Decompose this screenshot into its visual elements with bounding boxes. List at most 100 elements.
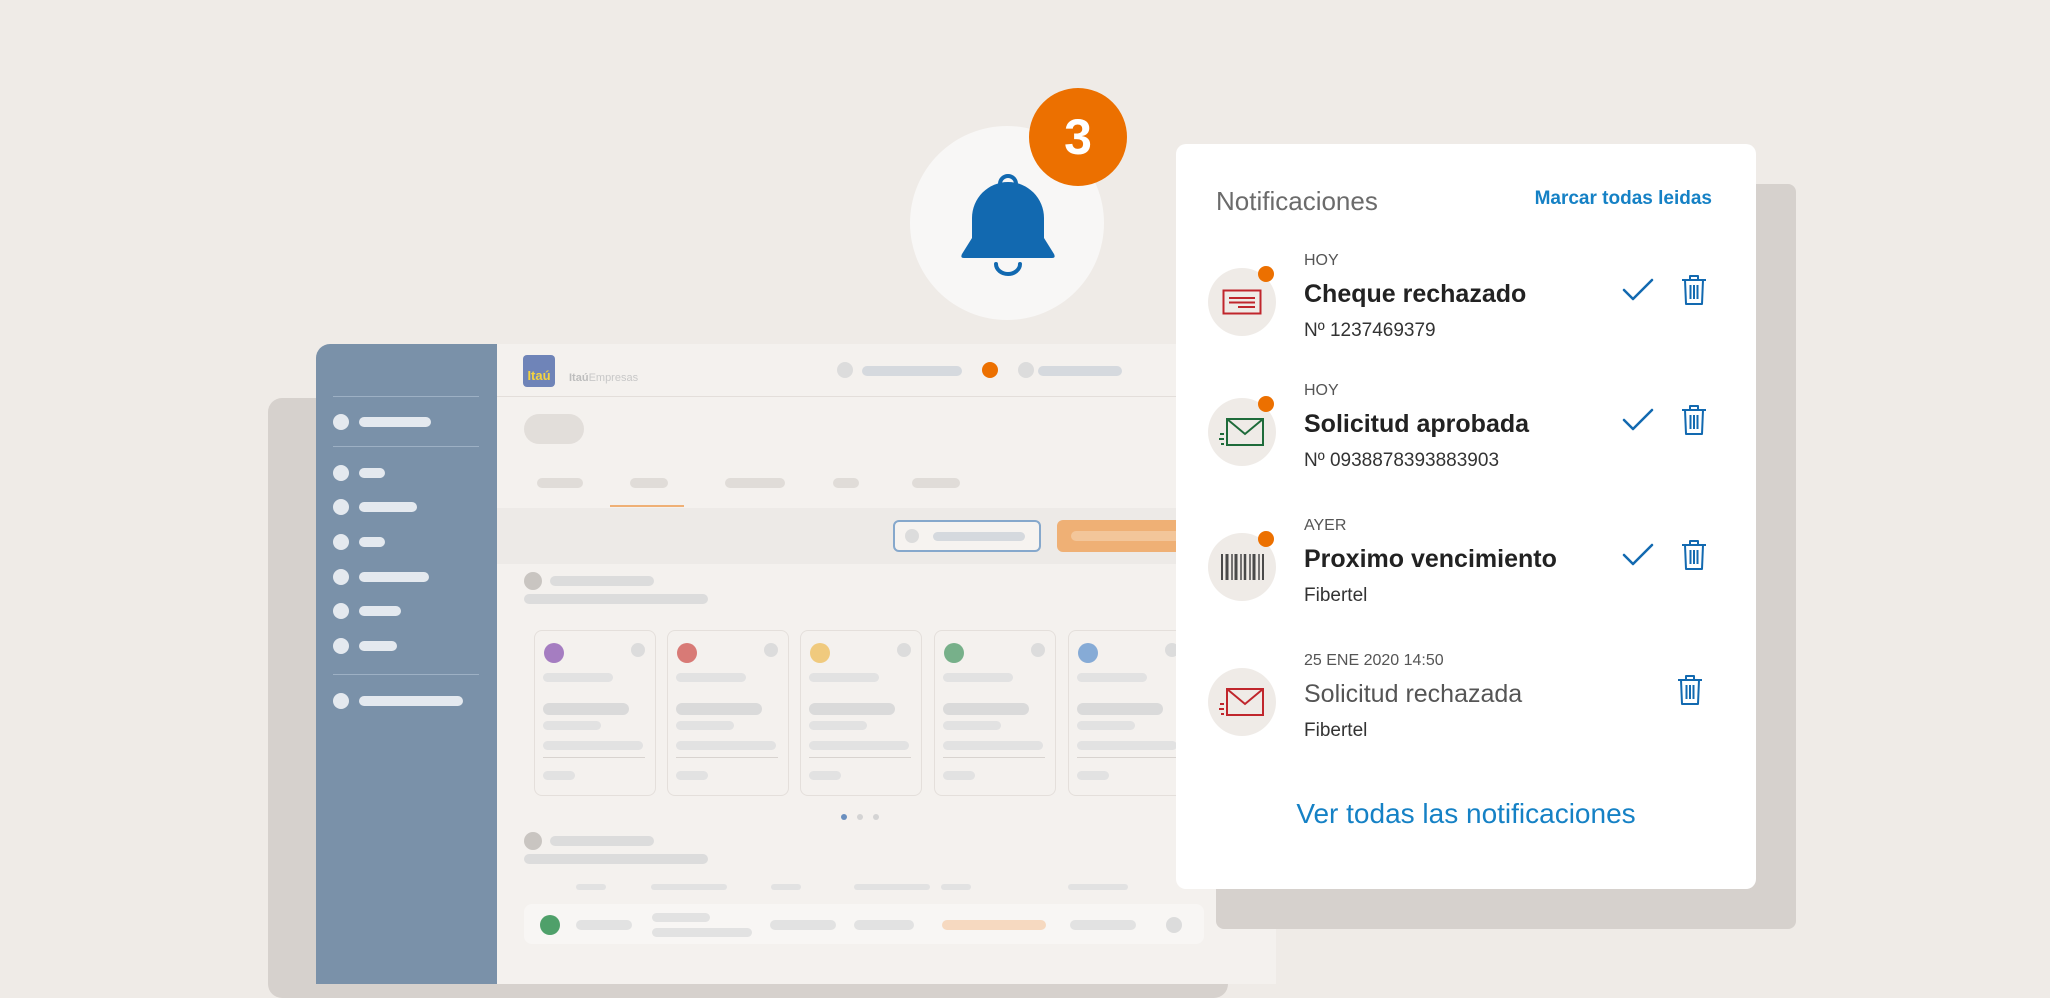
card-line — [1077, 771, 1109, 780]
card-line — [1077, 673, 1147, 682]
table-header-placeholder — [651, 884, 727, 890]
delete-trash-icon[interactable] — [1680, 274, 1708, 311]
sidebar-divider — [333, 674, 479, 675]
card-divider — [943, 757, 1045, 758]
tab-placeholder — [912, 478, 960, 488]
cheque-icon — [1222, 289, 1262, 315]
sidebar-item-placeholder — [359, 502, 417, 512]
notification-title: Proximo vencimiento — [1304, 545, 1557, 573]
card-line — [543, 703, 629, 715]
card-divider — [1077, 757, 1179, 758]
unread-indicator — [1258, 531, 1274, 547]
carousel-dot-active — [841, 814, 847, 820]
card-line — [676, 721, 734, 730]
sidebar-item-icon — [333, 534, 349, 550]
mark-read-check-icon[interactable] — [1622, 543, 1654, 572]
row-cell-placeholder — [652, 928, 752, 937]
notification-title: Solicitud aprobada — [1304, 410, 1530, 438]
row-cell-placeholder — [652, 913, 710, 922]
carousel-dot — [873, 814, 879, 820]
account-card — [534, 630, 656, 796]
page-title-placeholder — [524, 414, 584, 444]
delete-trash-icon[interactable] — [1680, 539, 1708, 576]
mark-read-check-icon[interactable] — [1622, 278, 1654, 307]
app-tabs — [497, 462, 1276, 509]
notification-item[interactable]: AYER Proximo vencimiento Fibertel — [1176, 509, 1756, 629]
row-cell-placeholder — [576, 920, 632, 930]
sidebar-item-icon — [333, 693, 349, 709]
notification-item[interactable]: 25 ENE 2020 14:50 Solicitud rechazada Fi… — [1176, 644, 1756, 764]
card-color-dot — [1078, 643, 1098, 663]
card-divider — [543, 757, 645, 758]
notifications-panel: Notificaciones Marcar todas leidas HOY C… — [1176, 144, 1756, 889]
notification-item[interactable]: HOY Solicitud aprobada Nº 09388783938839… — [1176, 374, 1756, 494]
row-cell-placeholder — [770, 920, 836, 930]
card-line — [543, 673, 613, 682]
card-line — [543, 771, 575, 780]
card-color-dot — [810, 643, 830, 663]
card-line — [543, 721, 601, 730]
card-menu-placeholder — [897, 643, 911, 657]
card-color-dot — [944, 643, 964, 663]
row-menu-placeholder — [1166, 917, 1182, 933]
card-line — [809, 721, 867, 730]
card-line — [943, 673, 1013, 682]
section-subtitle-placeholder — [524, 854, 708, 864]
sidebar-item-icon — [333, 603, 349, 619]
account-card — [800, 630, 922, 796]
brand-light: Empresas — [588, 372, 639, 384]
card-line — [943, 771, 975, 780]
card-divider — [676, 757, 778, 758]
sidebar-item-placeholder — [359, 606, 401, 616]
card-menu-placeholder — [631, 643, 645, 657]
carousel-dot — [857, 814, 863, 820]
table-header-placeholder — [576, 884, 606, 890]
brand-name: ItaúEmpresas — [569, 372, 638, 384]
card-color-dot — [544, 643, 564, 663]
envelope-icon — [1219, 688, 1264, 716]
tab-placeholder — [833, 478, 859, 488]
app-toolbar — [497, 508, 1276, 564]
app-preview-window: Itaú ItaúEmpresas — [316, 344, 1276, 984]
card-line — [809, 771, 841, 780]
sidebar-item-placeholder — [359, 696, 463, 706]
delete-trash-icon[interactable] — [1680, 404, 1708, 441]
header-icon-placeholder — [837, 362, 853, 378]
notification-subtitle: Nº 0938878393883903 — [1304, 450, 1500, 471]
app-sidebar — [316, 344, 497, 984]
section-icon-placeholder — [524, 832, 542, 850]
account-card — [1068, 630, 1190, 796]
notification-item[interactable]: HOY Cheque rechazado Nº 1237469379 — [1176, 244, 1756, 364]
header-text-placeholder — [862, 366, 962, 376]
sidebar-item-placeholder — [359, 537, 385, 547]
table-row — [524, 904, 1204, 944]
bell-icon[interactable] — [958, 164, 1058, 281]
sidebar-divider — [333, 396, 479, 397]
itau-logo: Itaú — [523, 355, 555, 387]
filter-chip-icon — [905, 529, 919, 543]
mark-read-check-icon[interactable] — [1622, 408, 1654, 437]
notification-date: HOY — [1304, 252, 1339, 269]
sidebar-item-icon — [333, 499, 349, 515]
delete-trash-icon[interactable] — [1676, 674, 1704, 711]
card-line — [1077, 721, 1135, 730]
table-header-placeholder — [771, 884, 801, 890]
header-user-icon-placeholder — [1018, 362, 1034, 378]
row-cell-placeholder — [942, 920, 1046, 930]
section-icon-placeholder — [524, 572, 542, 590]
sidebar-item-placeholder — [359, 468, 385, 478]
see-all-notifications-link[interactable]: Ver todas las notificaciones — [1176, 798, 1756, 830]
notification-title: Solicitud rechazada — [1304, 680, 1523, 708]
card-line — [676, 703, 762, 715]
unread-indicator — [1258, 266, 1274, 282]
envelope-icon — [1219, 418, 1264, 446]
notification-count-badge: 3 — [1029, 88, 1127, 186]
card-line — [1077, 741, 1177, 750]
card-menu-placeholder — [1031, 643, 1045, 657]
card-line — [543, 741, 643, 750]
row-cell-placeholder — [854, 920, 914, 930]
header-notification-dot — [982, 362, 998, 378]
section-title-placeholder — [550, 836, 654, 846]
table-header-placeholder — [941, 884, 971, 890]
mark-all-read-link[interactable]: Marcar todas leidas — [1532, 188, 1712, 210]
